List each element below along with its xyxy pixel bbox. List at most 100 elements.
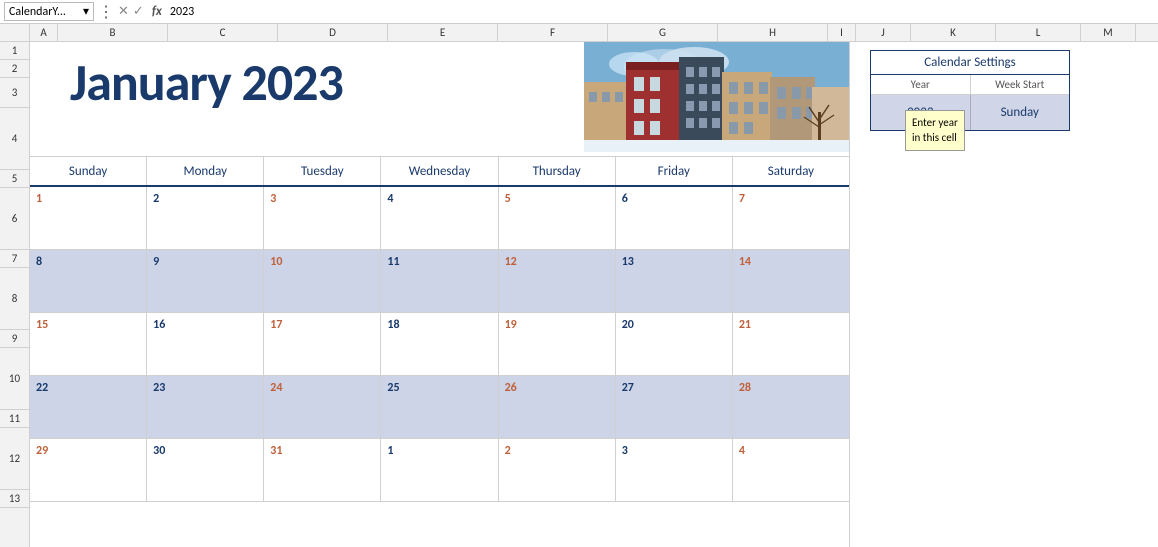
cal-cell-3-5[interactable]: 27 [616,376,733,438]
row-num-7: 7 [0,250,29,268]
cell-number: 6 [622,192,628,206]
cell-number: 4 [387,192,393,206]
cell-number: 4 [739,444,745,458]
cal-cell-1-2[interactable]: 10 [264,250,381,312]
name-box-dropdown-icon[interactable]: ▾ [83,4,89,19]
tooltip-line2: in this cell [912,130,958,145]
cal-cell-3-1[interactable]: 23 [147,376,264,438]
row-numbers: 12345678910111213 [0,42,30,547]
settings-title: Calendar Settings [871,51,1069,75]
cal-cell-0-4[interactable]: 5 [499,187,616,249]
grid-body: 12345678910111213 January 2023 [0,42,1158,547]
cal-cell-2-2[interactable]: 17 [264,313,381,375]
cell-number: 2 [505,444,511,458]
cell-number: 28 [739,381,751,395]
calendar-settings-box: Calendar Settings Year Week Start 2023 S… [870,50,1070,131]
settings-column-headers: Year Week Start [871,75,1069,95]
confirm-icon[interactable]: ✓ [133,4,144,19]
cancel-icon[interactable]: ✕ [118,4,129,19]
cal-cell-2-3[interactable]: 18 [381,313,498,375]
row-num-12: 12 [0,428,29,490]
cal-cell-2-0[interactable]: 15 [30,313,147,375]
cell-number: 19 [505,318,517,332]
cell-number: 13 [622,255,634,269]
col-header-g: G [608,24,718,41]
cell-number: 5 [505,192,511,206]
cal-cell-1-1[interactable]: 9 [147,250,264,312]
row-num-9: 9 [0,330,29,348]
cell-number: 11 [387,255,399,269]
calendar-area: January 2023 [30,42,850,547]
cell-number: 15 [36,318,48,332]
col-header-m: M [1081,24,1136,41]
cell-number: 14 [739,255,751,269]
year-column-header: Year [871,75,971,94]
row-num-3: 3 [0,78,29,108]
cal-cell-0-6[interactable]: 7 [733,187,849,249]
cell-number: 20 [622,318,634,332]
cal-cell-2-4[interactable]: 19 [499,313,616,375]
cal-cell-1-0[interactable]: 8 [30,250,147,312]
cal-cell-4-3[interactable]: 1 [381,439,498,501]
cal-cell-0-5[interactable]: 6 [616,187,733,249]
cell-number: 10 [270,255,282,269]
col-header-h: H [718,24,828,41]
cal-cell-0-0[interactable]: 1 [30,187,147,249]
col-header-b: B [58,24,168,41]
col-header-e: E [388,24,498,41]
cal-cell-1-6[interactable]: 14 [733,250,849,312]
cal-cell-4-5[interactable]: 3 [616,439,733,501]
cell-number: 31 [270,444,282,458]
row-num-1: 1 [0,42,29,60]
day-headers: SundayMondayTuesdayWednesdayThursdayFrid… [30,157,849,187]
cal-cell-1-3[interactable]: 11 [381,250,498,312]
cell-number: 1 [387,444,393,458]
row-num-8: 8 [0,268,29,330]
day-header-saturday: Saturday [733,157,849,185]
cal-cell-4-6[interactable]: 4 [733,439,849,501]
cell-number: 16 [153,318,165,332]
col-header-d: D [278,24,388,41]
settings-values-row: 2023 Sunday [871,95,1069,130]
calendar-row-1: 89 10 11 12 13 14 [30,250,849,313]
cell-number: 18 [387,318,399,332]
cell-number: 26 [505,381,517,395]
row-num-4: 4 [0,108,29,170]
day-header-thursday: Thursday [499,157,616,185]
calendar-row-3: 22 23 24 25 26 27 28 [30,376,849,439]
cal-cell-2-6[interactable]: 21 [733,313,849,375]
col-header-i: I [828,24,856,41]
week-start-value-cell[interactable]: Sunday [971,95,1070,130]
calendar-title: January 2023 [70,50,343,114]
cal-cell-1-5[interactable]: 13 [616,250,733,312]
row-num-11: 11 [0,410,29,428]
cal-cell-4-4[interactable]: 2 [499,439,616,501]
col-header-f: F [498,24,608,41]
cell-number: 25 [387,381,399,395]
col-header-n: N [1136,24,1158,41]
cal-cell-3-2[interactable]: 24 [264,376,381,438]
cal-cell-3-3[interactable]: 25 [381,376,498,438]
cal-cell-3-4[interactable]: 26 [499,376,616,438]
formula-bar-controls: ✕ ✓ [118,4,144,19]
kebab-menu-icon[interactable]: ⋮ [98,2,114,22]
name-box[interactable]: CalendarY... ▾ [4,2,94,21]
cal-cell-4-2[interactable]: 31 [264,439,381,501]
tooltip-line1: Enter year [912,115,958,130]
cal-cell-0-2[interactable]: 3 [264,187,381,249]
cal-cell-4-0[interactable]: 29 [30,439,147,501]
cell-number: 22 [36,381,48,395]
cal-cell-1-4[interactable]: 12 [499,250,616,312]
cal-cell-3-0[interactable]: 22 [30,376,147,438]
cal-cell-2-5[interactable]: 20 [616,313,733,375]
cal-cell-4-1[interactable]: 30 [147,439,264,501]
right-panel: Calendar Settings Year Week Start 2023 S… [850,42,1158,547]
cal-cell-0-3[interactable]: 4 [381,187,498,249]
day-header-sunday: Sunday [30,157,147,185]
cal-cell-0-1[interactable]: 2 [147,187,264,249]
cal-cell-3-6[interactable]: 28 [733,376,849,438]
spreadsheet: ABCDEFGHIJKLMN 12345678910111213 January… [0,24,1158,547]
cell-number: 23 [153,381,165,395]
day-header-tuesday: Tuesday [264,157,381,185]
cal-cell-2-1[interactable]: 16 [147,313,264,375]
